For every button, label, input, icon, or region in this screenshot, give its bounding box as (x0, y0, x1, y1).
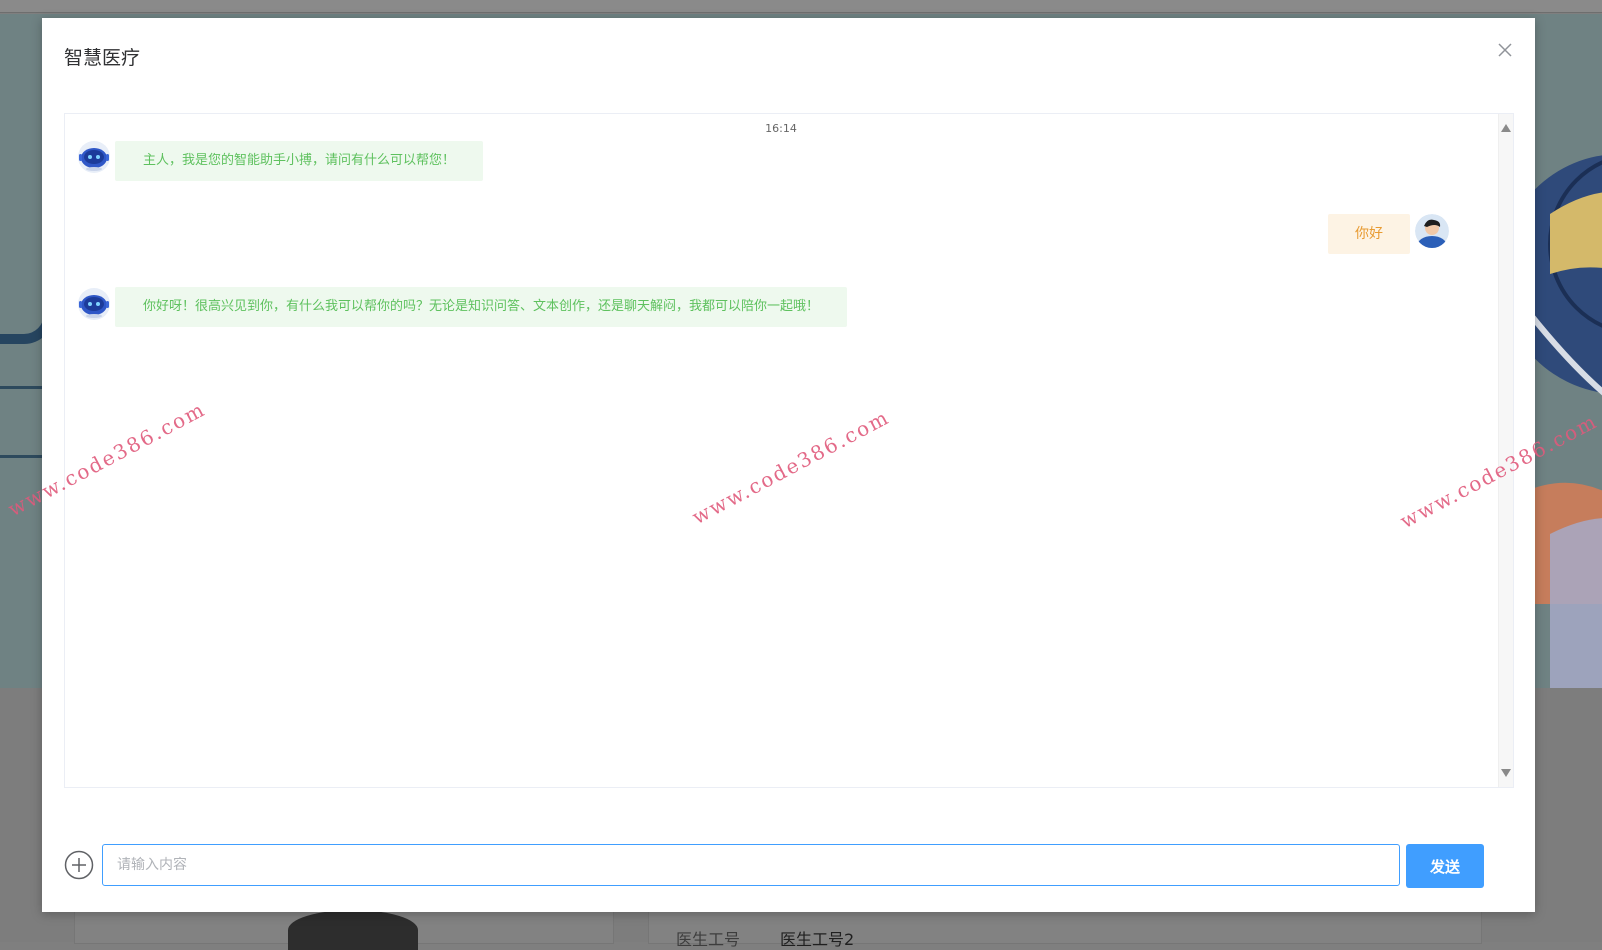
scroll-up-arrow-icon[interactable] (1501, 124, 1511, 132)
robot-avatar-icon (78, 288, 110, 320)
doctor-id-value: 医生工号2 (780, 930, 855, 949)
doctor-photo (288, 910, 418, 950)
close-icon[interactable] (1495, 40, 1515, 60)
plus-circle-icon[interactable] (64, 850, 94, 880)
message-timestamp: 16:14 (765, 122, 797, 135)
message-list[interactable]: 16:14 主人，我是您的智能助手小搏，请问有什么可以帮您！ 你好 你好呀！很高… (64, 113, 1514, 788)
user-avatar (1415, 214, 1449, 248)
user-message-bubble: 你好 (1328, 214, 1410, 254)
composer: 发送 (64, 844, 1512, 888)
robot-avatar-icon (78, 141, 110, 173)
scrollbar[interactable] (1498, 114, 1513, 787)
send-button[interactable]: 发送 (1406, 844, 1484, 888)
message-input[interactable] (102, 844, 1400, 886)
bot-message-bubble: 主人，我是您的智能助手小搏，请问有什么可以帮您！ (115, 141, 484, 181)
doctor-id-label: 医生工号 (676, 930, 741, 949)
dialog-title: 智慧医疗 (64, 47, 141, 69)
scroll-down-arrow-icon[interactable] (1501, 769, 1511, 777)
chat-dialog: 智慧医疗 16:14 主人，我是您的智能助手小搏，请问有什么可以帮您！ 你好 你… (42, 18, 1535, 912)
banner-logo-shape (0, 386, 46, 458)
bot-message-bubble: 你好呀！很高兴见到你，有什么我可以帮你的吗？无论是知识问答、文本创作，还是聊天解… (115, 287, 848, 327)
background-topbar (0, 0, 1602, 13)
